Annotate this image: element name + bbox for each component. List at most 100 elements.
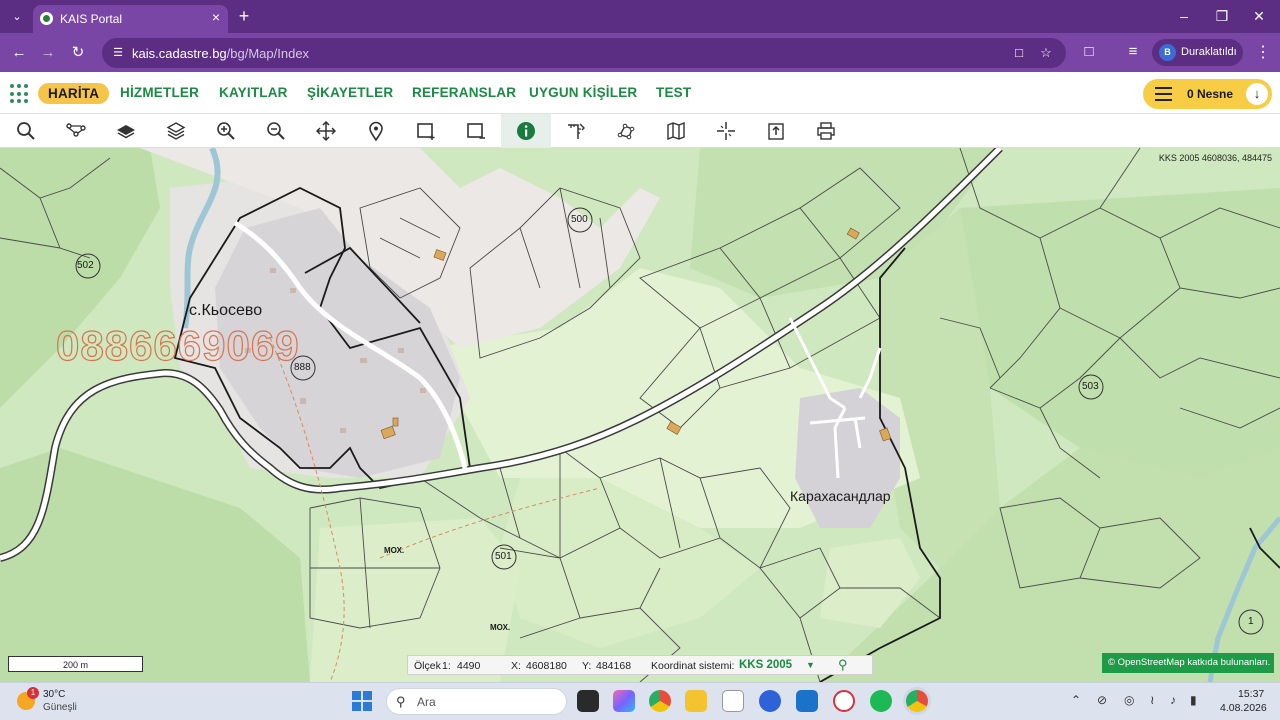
tray-chevron-icon[interactable]: ⌃	[1071, 693, 1081, 707]
deselect-area-icon	[467, 123, 485, 139]
scale-value[interactable]: 4490	[457, 660, 480, 672]
copilot-icon[interactable]	[613, 690, 635, 712]
url-text[interactable]: kais.cadastre.bg/bg/Map/Index	[132, 46, 309, 61]
village-label: Карахасандлар	[790, 488, 891, 504]
crs-dropdown-icon[interactable]: ▼	[806, 660, 815, 670]
search-icon: ⚲	[396, 694, 406, 709]
task-view-icon[interactable]	[577, 690, 599, 712]
print-icon	[817, 122, 835, 140]
menu-test[interactable]: TEST	[656, 85, 691, 100]
map-icon	[667, 121, 685, 141]
measure-tool[interactable]	[551, 114, 601, 148]
pan-tool[interactable]	[301, 114, 351, 148]
info-tool[interactable]	[501, 114, 551, 148]
parcel-number: 500	[571, 214, 588, 225]
export-tool[interactable]	[751, 114, 801, 148]
map-tool[interactable]	[651, 114, 701, 148]
windows-start-icon[interactable]	[352, 691, 372, 711]
new-tab-icon[interactable]: +	[236, 5, 252, 27]
apps-grid-icon[interactable]	[10, 84, 30, 104]
layer-icon	[117, 125, 135, 139]
x-value: 4608180	[526, 660, 567, 672]
layer-tool[interactable]	[101, 114, 151, 148]
browser-menu-icon[interactable]: ⋮	[1255, 42, 1271, 64]
crs-select[interactable]: KKS 2005	[739, 659, 792, 671]
polygon-tool[interactable]	[601, 114, 651, 148]
select-area-tool[interactable]	[401, 114, 451, 148]
print-tool[interactable]	[801, 114, 851, 148]
restore-icon[interactable]: ❐	[1211, 6, 1233, 26]
menu-harita[interactable]: HARİTA	[38, 83, 110, 104]
site-info-icon[interactable]: ☰	[110, 45, 126, 61]
parcel-number: 502	[77, 260, 94, 271]
window-close-icon[interactable]: ✕	[1248, 6, 1270, 26]
chrome-active-icon[interactable]	[906, 690, 928, 712]
translate-icon[interactable]: □	[1011, 45, 1027, 61]
menu-referanslar[interactable]: REFERANSLAR	[412, 85, 516, 100]
spotify-icon[interactable]	[870, 690, 892, 712]
zoom-in-icon	[217, 122, 235, 140]
parcel-number: 501	[495, 551, 512, 562]
network-off-icon[interactable]: ⊘	[1097, 693, 1107, 707]
tab-title: KAIS Portal	[60, 12, 123, 26]
address-bar[interactable]: ☰ kais.cadastre.bg/bg/Map/Index □ ☆	[102, 38, 1066, 68]
taskbar-search[interactable]: ⚲ Ara	[386, 688, 567, 715]
menu-uygun-kisiler[interactable]: UYGUN KİŞİLER	[529, 85, 637, 100]
kais-favicon-icon	[40, 12, 53, 25]
minimize-icon[interactable]: –	[1173, 6, 1195, 26]
hamburger-icon	[1155, 87, 1172, 101]
clock-date[interactable]: 4.08.2026	[1220, 702, 1267, 714]
selected-objects-button[interactable]: 0 Nesne ↓	[1143, 79, 1272, 109]
polygon-icon	[617, 123, 635, 140]
menu-sikayetler[interactable]: ŞİKAYETLER	[307, 85, 393, 100]
x-label: X:	[511, 660, 521, 672]
tab-close-icon[interactable]: ×	[212, 10, 220, 24]
route-icon	[66, 123, 86, 137]
download-arrow-icon[interactable]: ↓	[1246, 83, 1268, 105]
battery-icon[interactable]: ▮	[1190, 693, 1197, 707]
y-value: 484168	[596, 660, 632, 672]
location-icon[interactable]: ◎	[1124, 693, 1134, 707]
village-label: с.Кьосево	[189, 302, 263, 319]
back-icon[interactable]: ←	[8, 42, 30, 64]
zoom-out-tool[interactable]	[251, 114, 301, 148]
wifi-icon[interactable]: ≀	[1150, 693, 1155, 707]
reload-icon[interactable]: ↻	[67, 42, 89, 64]
weather-condition[interactable]: Güneşli	[43, 702, 77, 713]
route-tool[interactable]	[51, 114, 101, 148]
file-explorer-icon[interactable]	[685, 690, 707, 712]
chrome-icon[interactable]	[649, 690, 671, 712]
menu-hizmetler[interactable]: HİZMETLER	[120, 85, 199, 100]
volume-icon[interactable]: ♪	[1170, 693, 1176, 707]
weather-temperature[interactable]: 30°C	[43, 689, 65, 700]
pin-tool[interactable]	[351, 114, 401, 148]
taskbar-search-placeholder: Ara	[417, 695, 436, 709]
y-label: Y:	[582, 660, 592, 672]
map-toolbar	[0, 114, 1280, 148]
extensions-icon[interactable]: □	[1078, 41, 1100, 63]
clock-time[interactable]: 15:37	[1238, 688, 1264, 700]
landuse-label: МОХ.	[490, 623, 511, 632]
app-icon[interactable]	[833, 690, 855, 712]
zoom-icon[interactable]	[759, 690, 781, 712]
reading-list-icon[interactable]: ≡	[1122, 41, 1144, 63]
profile-button[interactable]: B Duraklatıldı	[1152, 39, 1243, 66]
map-canvas[interactable]	[0, 148, 1280, 682]
search-tool[interactable]	[1, 114, 51, 148]
deselect-area-tool[interactable]	[451, 114, 501, 148]
forward-icon[interactable]: →	[37, 42, 59, 64]
outlook-icon[interactable]	[796, 690, 818, 712]
cadastral-map[interactable]: 502 500 888 503 501 1 с.Кьосево Карахаса…	[0, 148, 1280, 682]
osm-attribution[interactable]: © OpenStreetMap katkıda bulunanları.	[1102, 653, 1274, 673]
crosshair-tool[interactable]	[701, 114, 751, 148]
menu-kayitlar[interactable]: KAYITLAR	[219, 85, 288, 100]
coordinate-search-icon[interactable]: ⚲	[838, 657, 848, 673]
layers-tool[interactable]	[151, 114, 201, 148]
zoom-in-tool[interactable]	[201, 114, 251, 148]
phone-watermark: 0886669069	[55, 321, 300, 369]
bookmark-star-icon[interactable]: ☆	[1038, 45, 1054, 61]
parcel-number: 1	[1248, 616, 1254, 627]
browser-tab[interactable]: KAIS Portal ×	[33, 5, 228, 33]
notepad-icon[interactable]	[722, 690, 744, 712]
tab-search-chevron-icon[interactable]: ⌄	[6, 7, 28, 27]
